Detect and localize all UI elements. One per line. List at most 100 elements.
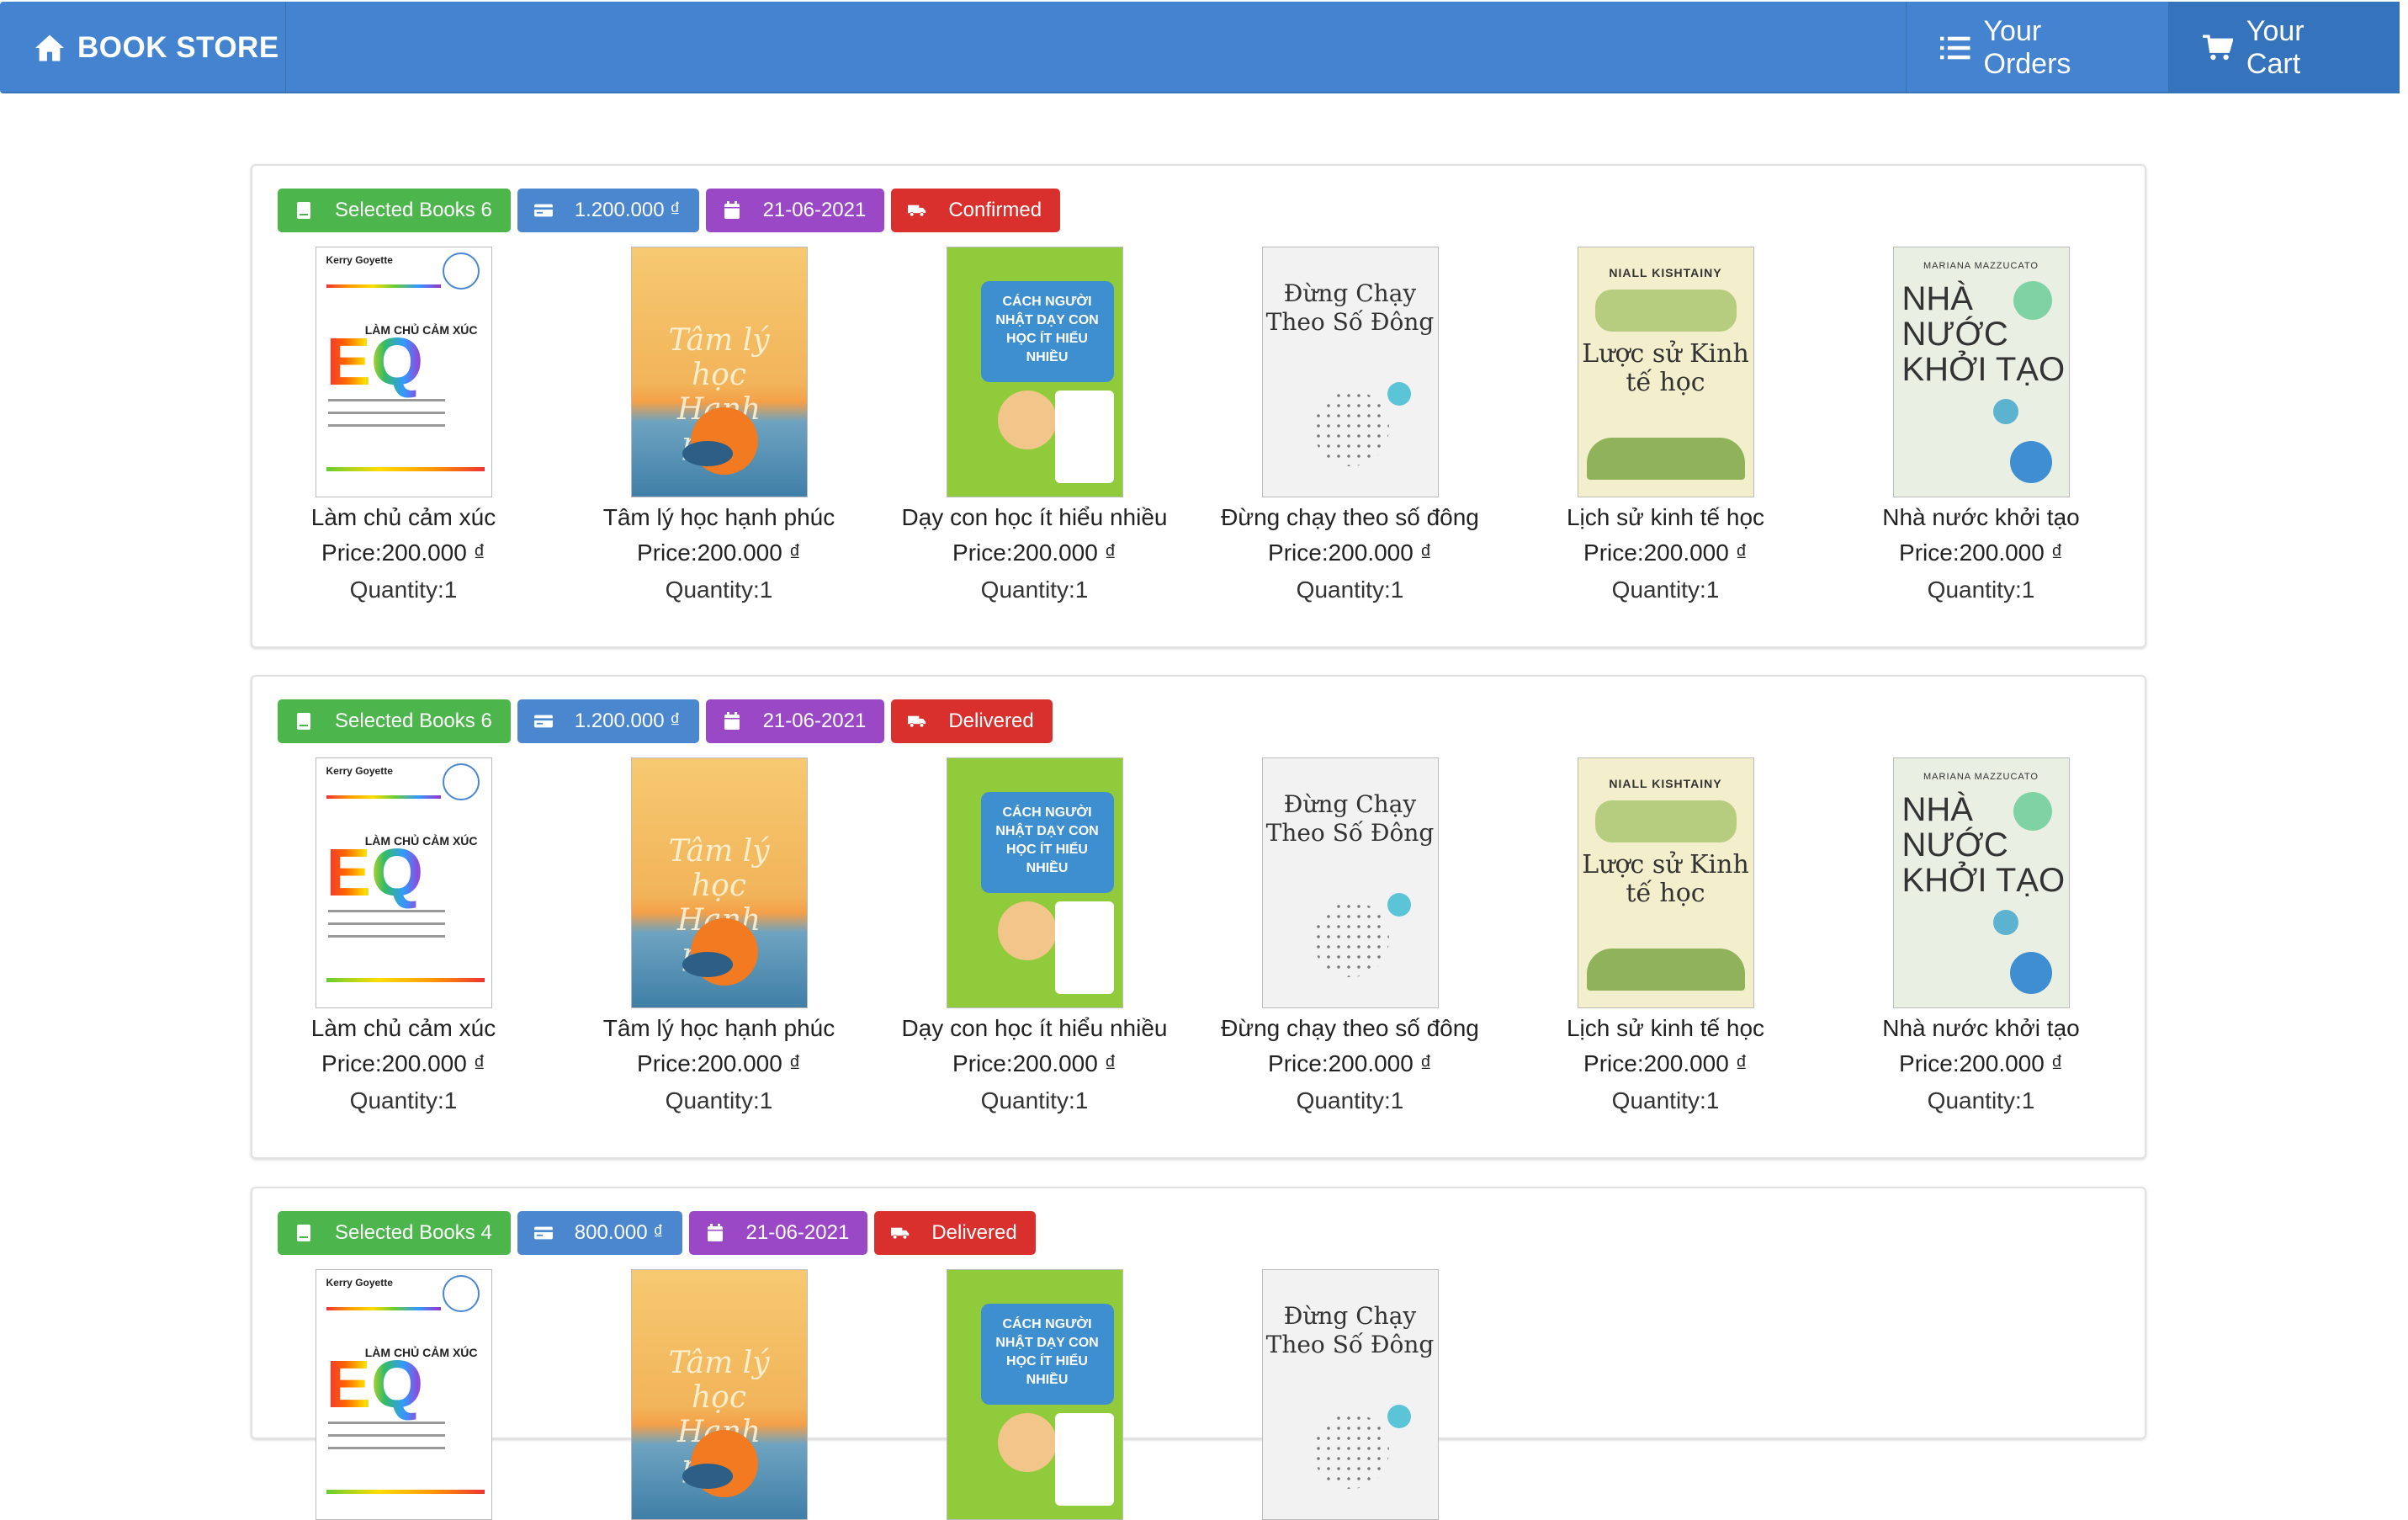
order-date-badge: 21-06-2021 <box>688 1211 868 1255</box>
book-cover-image: CÁCH NGƯỜI NHẬT DẠY CON HỌC ÍT HIỂU NHIỀ… <box>946 247 1123 497</box>
cover-author: Kerry Goyette <box>326 765 393 777</box>
cover-title: Đừng Chạy Theo Số Đông <box>1265 1302 1435 1358</box>
book-price: Price:200.000 ₫ <box>637 1050 801 1076</box>
credit-card-icon <box>533 1226 553 1240</box>
cover-side-text: LÀM CHỦ CẢM XÚC <box>364 1346 478 1359</box>
book-cover-image: NIALL KISHTAINY Lược sử Kinh tế học <box>1577 247 1754 497</box>
book-cover-image: Đừng Chạy Theo Số Đông <box>1261 1269 1439 1520</box>
order-status-text: Delivered <box>948 710 1034 732</box>
book-price: Price:200.000 ₫ <box>952 539 1116 566</box>
cover-author: Kerry Goyette <box>326 1277 393 1289</box>
book-price: Price:200.000 ₫ <box>952 1050 1116 1076</box>
book-quantity: Quantity:1 <box>1927 577 2035 603</box>
order-status-badge: Delivered <box>874 1211 1036 1255</box>
book-quantity: Quantity:1 <box>1611 577 1720 603</box>
book-quantity: Quantity:1 <box>980 577 1089 603</box>
total-price-badge: 1.200.000 ₫ <box>517 189 699 232</box>
cover-author: Kerry Goyette <box>326 254 393 266</box>
order-badges: Selected Books 4 800.000 ₫ 21-06-2021 Deliv… <box>278 1211 1042 1255</box>
order-status-text: Confirmed <box>948 199 1042 221</box>
cover-title: Lược sử Kinh tế học <box>1582 339 1749 397</box>
book-title: Nhà nước khởi tạo <box>1882 1015 2080 1041</box>
cover-author: MARIANA MAZZUCATO <box>1923 772 2039 782</box>
book-item[interactable]: Đừng Chạy Theo Số Đông Đừng chạy theo số … <box>1192 757 1508 1114</box>
book-item[interactable]: CÁCH NGƯỜI NHẬT DẠY CON HỌC ÍT HIỂU NHIỀ… <box>877 757 1192 1114</box>
your-orders-link[interactable]: Your Orders <box>1906 2 2168 93</box>
book-cover-image: Kerry Goyette EQ LÀM CHỦ CẢM XÚC <box>315 757 492 1008</box>
book-item[interactable]: NIALL KISHTAINY Lược sử Kinh tế học Lịch s… <box>1508 247 1823 603</box>
book-item[interactable]: Tâm lý học Hạnh phúc Tâm lý học hạnh phúc… <box>561 247 877 603</box>
book-cover-image: NIALL KISHTAINY Lược sử Kinh tế học <box>1577 757 1754 1008</box>
book-title: Tâm lý học hạnh phúc <box>602 1015 835 1041</box>
book-icon <box>297 713 310 730</box>
order-badges: Selected Books 6 1.200.000 ₫ 21-06-2021 Con… <box>278 189 1067 232</box>
book-quantity: Quantity:1 <box>349 577 458 603</box>
book-price: Price:200.000 ₫ <box>321 1050 485 1076</box>
order-badges: Selected Books 6 1.200.000 ₫ 21-06-2021 Del… <box>278 699 1059 743</box>
book-item[interactable]: CÁCH NGƯỜI NHẬT DẠY CON HỌC ÍT HIỂU NHIỀ… <box>877 1269 1192 1520</box>
cover-title: CÁCH NGƯỜI NHẬT DẠY CON HỌC ÍT HIỂU NHIỀ… <box>995 805 1099 875</box>
book-title: Dạy con học ít hiểu nhiều <box>901 1015 1168 1041</box>
book-item[interactable]: CÁCH NGƯỜI NHẬT DẠY CON HỌC ÍT HIỂU NHIỀ… <box>877 247 1192 603</box>
order-date-badge: 21-06-2021 <box>705 189 885 232</box>
total-price-badge: 1.200.000 ₫ <box>517 699 699 743</box>
book-cover-image: Kerry Goyette EQ LÀM CHỦ CẢM XÚC <box>315 1269 492 1520</box>
book-item[interactable]: Tâm lý học Hạnh phúc <box>561 1269 877 1520</box>
top-navbar: BOOK STORE Your Orders Your Cart <box>0 2 2400 93</box>
selected-books-badge: Selected Books 6 <box>278 189 511 232</box>
cover-author: NIALL KISHTAINY <box>1609 266 1722 279</box>
truck-icon <box>908 715 926 728</box>
your-cart-link[interactable]: Your Cart <box>2168 2 2400 93</box>
book-title: Lịch sử kinh tế học <box>1566 1015 1765 1041</box>
book-cover-image: Tâm lý học Hạnh phúc <box>630 247 808 497</box>
credit-card-icon <box>533 715 553 728</box>
book-price: Price:200.000 ₫ <box>321 539 485 566</box>
book-item[interactable]: Kerry Goyette EQ LÀM CHỦ CẢM XÚC Làm chủ cả… <box>246 247 561 603</box>
order-card: Selected Books 4 800.000 ₫ 21-06-2021 Deliv… <box>251 1187 2146 1520</box>
book-cover-image: Tâm lý học Hạnh phúc <box>630 1269 808 1520</box>
book-item[interactable]: Kerry Goyette EQ LÀM CHỦ CẢM XÚC <box>246 1269 561 1520</box>
book-item[interactable]: Đừng Chạy Theo Số Đông <box>1192 1269 1508 1520</box>
book-item[interactable]: MARIANA MAZZUCATO NHÀ NƯỚC KHỞI TẠO Nhà nư… <box>1823 757 2139 1114</box>
selected-books-badge: Selected Books 6 <box>278 699 511 743</box>
cover-author: NIALL KISHTAINY <box>1609 777 1722 790</box>
brand-link[interactable]: BOOK STORE <box>0 2 286 93</box>
calendar-icon <box>724 201 740 219</box>
book-cover-image: CÁCH NGƯỜI NHẬT DẠY CON HỌC ÍT HIỂU NHIỀ… <box>946 757 1123 1008</box>
book-title: Dạy con học ít hiểu nhiều <box>901 504 1168 530</box>
order-date-text: 21-06-2021 <box>745 1221 850 1244</box>
book-item[interactable]: Đừng Chạy Theo Số Đông Đừng chạy theo số … <box>1192 247 1508 603</box>
book-cover-image: Đừng Chạy Theo Số Đông <box>1261 757 1439 1008</box>
cover-title: Lược sử Kinh tế học <box>1582 850 1749 908</box>
cover-title: Đừng Chạy Theo Số Đông <box>1265 790 1435 847</box>
book-price: Price:200.000 ₫ <box>1583 1050 1748 1076</box>
book-cover-image: Đừng Chạy Theo Số Đông <box>1261 247 1439 497</box>
order-status-text: Delivered <box>931 1221 1017 1244</box>
order-date-text: 21-06-2021 <box>762 710 867 732</box>
book-icon <box>297 1225 310 1241</box>
order-card: Selected Books 6 1.200.000 ₫ 21-06-2021 Del… <box>251 675 2146 1159</box>
order-card: Selected Books 6 1.200.000 ₫ 21-06-2021 Con… <box>251 164 2146 648</box>
book-cover-image: CÁCH NGƯỜI NHẬT DẠY CON HỌC ÍT HIỂU NHIỀ… <box>946 1269 1123 1520</box>
book-item[interactable]: Kerry Goyette EQ LÀM CHỦ CẢM XÚC Làm chủ cả… <box>246 757 561 1114</box>
book-price: Price:200.000 ₫ <box>1268 1050 1432 1076</box>
truck-icon <box>908 205 926 217</box>
book-title: Lịch sử kinh tế học <box>1566 504 1765 530</box>
cover-side-text: LÀM CHỦ CẢM XÚC <box>364 834 478 848</box>
book-item[interactable]: MARIANA MAZZUCATO NHÀ NƯỚC KHỞI TẠO Nhà nư… <box>1823 247 2139 603</box>
selected-books-text: Selected Books 6 <box>335 710 492 732</box>
book-quantity: Quantity:1 <box>980 1087 1089 1113</box>
nav-right: Your Orders Your Cart <box>1906 2 2400 93</box>
book-price: Price:200.000 ₫ <box>1899 539 2063 566</box>
calendar-icon <box>724 712 740 730</box>
selected-books-text: Selected Books 4 <box>335 1221 492 1244</box>
total-price-badge: 800.000 ₫ <box>517 1211 682 1255</box>
book-item[interactable]: Tâm lý học Hạnh phúc Tâm lý học hạnh phúc… <box>561 757 877 1114</box>
book-title: Đừng chạy theo số đông <box>1221 504 1479 530</box>
book-cover-image: Tâm lý học Hạnh phúc <box>630 757 808 1008</box>
book-price: Price:200.000 ₫ <box>637 539 801 566</box>
book-item[interactable]: NIALL KISHTAINY Lược sử Kinh tế học Lịch s… <box>1508 757 1823 1114</box>
book-quantity: Quantity:1 <box>349 1087 458 1113</box>
book-quantity: Quantity:1 <box>1296 577 1404 603</box>
cover-side-text: LÀM CHỦ CẢM XÚC <box>364 323 478 337</box>
